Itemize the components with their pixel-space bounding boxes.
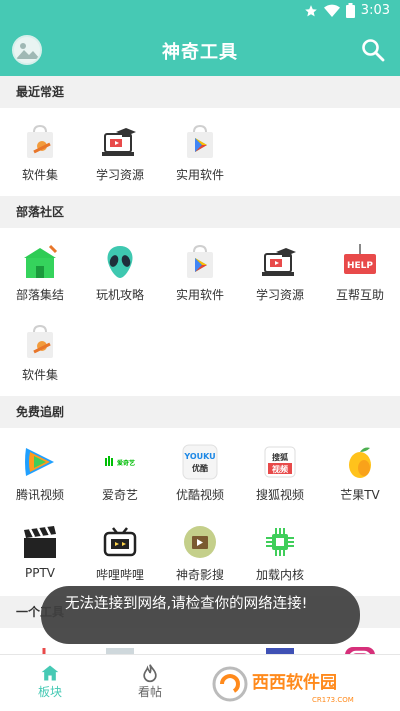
grid-recent: 软件集 学习资源 实用软件 bbox=[0, 108, 400, 196]
bottom-nav: 板块 看帖 bbox=[0, 654, 400, 711]
section-header-community: 部落社区 bbox=[0, 196, 400, 228]
tile-phone-guide[interactable]: 玩机攻略 bbox=[80, 234, 160, 314]
tile-iqiyi[interactable]: 爱奇艺 爱奇艺 bbox=[80, 434, 160, 514]
tile-label: 软件集 bbox=[21, 168, 58, 182]
bilibili-tv-icon bbox=[102, 524, 138, 560]
music-note-icon bbox=[22, 644, 58, 654]
iqiyi-icon: 爱奇艺 bbox=[102, 444, 138, 480]
page-title: 神奇工具 bbox=[162, 42, 238, 63]
grid-community: 部落集结 玩机攻略 实用软件 学习资源 HELP 互帮互助 软件集 bbox=[0, 228, 400, 396]
tile-sohu-video[interactable]: 搜狐 视频 搜狐视频 bbox=[240, 434, 320, 514]
tile-utility-software[interactable]: 实用软件 bbox=[160, 114, 240, 194]
tile-load-kernel[interactable]: 加载内核 bbox=[240, 514, 320, 594]
battery-icon bbox=[345, 3, 355, 18]
clapperboard-icon bbox=[22, 524, 58, 560]
tile-label: 学习资源 bbox=[255, 288, 304, 302]
tile-magic-search[interactable]: 神奇影搜 bbox=[160, 514, 240, 594]
network-error-toast: 无法连接到网络,请检查你的网络连接! bbox=[41, 586, 360, 644]
svg-text:爱奇艺: 爱奇艺 bbox=[117, 459, 135, 467]
tile-learning-resources[interactable]: 学习资源 bbox=[240, 234, 320, 314]
graduation-laptop-icon bbox=[262, 244, 298, 280]
tile-label: 实用软件 bbox=[175, 288, 224, 302]
help-sign-icon: HELP bbox=[342, 244, 378, 280]
gamepad-icon bbox=[182, 644, 218, 654]
tile-tribe-gathering[interactable]: 部落集结 bbox=[0, 234, 80, 314]
star-icon bbox=[304, 4, 318, 18]
tile-learning-resources[interactable]: 学习资源 bbox=[80, 114, 160, 194]
tile-label: 学习资源 bbox=[95, 168, 144, 182]
flame-icon bbox=[143, 664, 157, 683]
tile-label: 软件集 bbox=[21, 368, 58, 382]
section-header-recent: 最近常逛 bbox=[0, 76, 400, 108]
shopping-bag-icon bbox=[22, 124, 58, 160]
app-bar: 神奇工具 bbox=[0, 24, 400, 76]
status-time: 3:03 bbox=[360, 3, 390, 18]
tile-label: 部落集结 bbox=[15, 288, 64, 302]
tile-label: 芒果TV bbox=[340, 488, 380, 502]
tile-youku-video[interactable]: YOUKU 优酷 优酷视频 bbox=[160, 434, 240, 514]
tile-label: 互帮互助 bbox=[335, 288, 384, 302]
tab-label: 看帖 bbox=[137, 685, 162, 699]
svg-text:YOUKU: YOUKU bbox=[183, 452, 215, 461]
tile-label: PPTV bbox=[24, 566, 55, 580]
tile-label: 神奇影搜 bbox=[175, 568, 224, 582]
tab-label: 板块 bbox=[37, 685, 62, 699]
tile-mango-tv[interactable]: 芒果TV bbox=[320, 434, 400, 514]
alien-icon bbox=[102, 244, 138, 280]
status-bar: 3:03 bbox=[0, 0, 400, 24]
tile-label: 实用软件 bbox=[175, 168, 224, 182]
tile-software-collection[interactable]: 软件集 bbox=[0, 314, 80, 394]
tile-label: 哔哩哔哩 bbox=[95, 568, 144, 582]
app-icon bbox=[102, 644, 138, 654]
tile-label: 搜狐视频 bbox=[255, 488, 304, 502]
tile-label: 优酷视频 bbox=[175, 488, 224, 502]
tile-mutual-help[interactable]: HELP 互帮互助 bbox=[320, 234, 400, 314]
mango-icon bbox=[342, 444, 378, 480]
tile-bilibili[interactable]: 哔哩哔哩 bbox=[80, 514, 160, 594]
search-button[interactable] bbox=[360, 37, 386, 63]
tile-label: 腾讯视频 bbox=[15, 488, 64, 502]
content-list[interactable]: 最近常逛 软件集 学习资源 实用软件 部落社区 部落集结 玩机攻略 实用软件 学… bbox=[0, 76, 400, 654]
tile-label: 玩机攻略 bbox=[95, 288, 144, 302]
graduation-laptop-icon bbox=[102, 124, 138, 160]
grid-drama: 腾讯视频 爱奇艺 爱奇艺 YOUKU 优酷 优酷视频 搜狐 视频 搜狐视频 芒果TV bbox=[0, 428, 400, 596]
tile-pptv[interactable]: PPTV bbox=[0, 514, 80, 594]
search-icon bbox=[362, 39, 385, 62]
tile-label: 加载内核 bbox=[255, 568, 304, 582]
camera-icon bbox=[342, 644, 378, 654]
tile-utility-software[interactable]: 实用软件 bbox=[160, 234, 240, 314]
tile-label: 爱奇艺 bbox=[101, 488, 138, 502]
film-search-icon bbox=[182, 524, 218, 560]
home-icon bbox=[41, 665, 59, 681]
svg-text:搜狐: 搜狐 bbox=[272, 452, 288, 462]
tab-posts[interactable]: 看帖 bbox=[100, 655, 200, 711]
svg-text:优酷: 优酷 bbox=[192, 463, 208, 473]
shopping-bag-icon bbox=[22, 324, 58, 360]
section-header-drama: 免费追剧 bbox=[0, 396, 400, 428]
tencent-video-icon bbox=[22, 444, 58, 480]
youku-icon: YOUKU 优酷 bbox=[182, 444, 218, 480]
play-store-bag-icon bbox=[182, 244, 218, 280]
tile-tencent-video[interactable]: 腾讯视频 bbox=[0, 434, 80, 514]
app-icon bbox=[262, 644, 298, 654]
sohu-video-icon: 搜狐 视频 bbox=[262, 444, 298, 480]
chip-icon bbox=[262, 524, 298, 560]
help-badge: HELP bbox=[347, 261, 373, 271]
toast-message: 无法连接到网络,请检查你的网络连接! bbox=[65, 596, 308, 612]
tab-board[interactable]: 板块 bbox=[0, 655, 100, 711]
tribe-house-icon bbox=[22, 244, 58, 280]
tile-software-collection[interactable]: 软件集 bbox=[0, 114, 80, 194]
svg-text:视频: 视频 bbox=[272, 464, 288, 474]
wifi-icon bbox=[323, 4, 340, 18]
play-store-bag-icon bbox=[182, 124, 218, 160]
